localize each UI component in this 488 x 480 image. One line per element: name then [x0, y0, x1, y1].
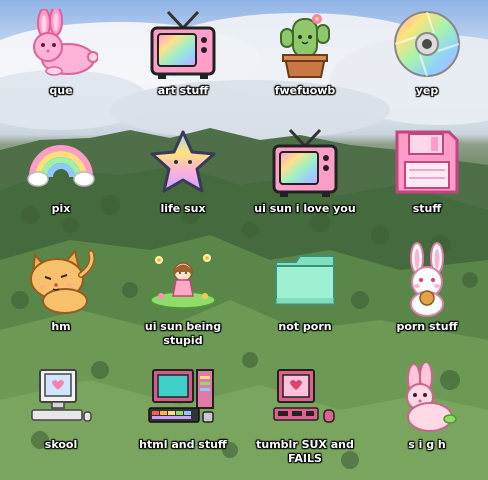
- sitting-bunny-icon: [387, 358, 467, 438]
- icon-label: hm: [51, 320, 71, 333]
- desktop-icon-fwefuowb[interactable]: fwefuowb: [244, 4, 366, 122]
- icon-label: html and stuff: [139, 438, 227, 451]
- desktop-icon-stuff[interactable]: stuff: [366, 122, 488, 240]
- rainbow-icon: [21, 122, 101, 202]
- pink-tv-icon: [143, 4, 223, 84]
- desktop-icon-pix[interactable]: pix: [0, 122, 122, 240]
- icon-label: fwefuowb: [274, 84, 336, 97]
- rainbow-star-icon: [143, 122, 223, 202]
- desktop-icon-que[interactable]: que: [0, 4, 122, 122]
- floppy-disk-icon: [387, 122, 467, 202]
- desktop-icon-skool[interactable]: skool: [0, 358, 122, 476]
- desktop-icon-porn-stuff[interactable]: porn stuff: [366, 240, 488, 358]
- mint-folder-icon: [265, 240, 345, 320]
- desktop-icon-html-and-stuff[interactable]: html and stuff: [122, 358, 244, 476]
- pink-tv-icon: [265, 122, 345, 202]
- icon-label: stuff: [412, 202, 442, 215]
- desktop-icon-tumblr-sux-and-fails[interactable]: tumblr SUX and FAILS: [244, 358, 366, 476]
- desktop-icon-not-porn[interactable]: not porn: [244, 240, 366, 358]
- icon-grid: que art stuff fwefuowb yep pix life sux …: [0, 0, 488, 480]
- desktop-icon-ui-sun-being-stupid[interactable]: ui sun being stupid: [122, 240, 244, 358]
- desktop[interactable]: que art stuff fwefuowb yep pix life sux …: [0, 0, 488, 480]
- icon-label: yep: [415, 84, 439, 97]
- icon-label: s i g h: [408, 438, 446, 451]
- icon-label: ui sun i love you: [254, 202, 356, 215]
- icon-label: que: [49, 84, 73, 97]
- retro-computer-icon: [143, 358, 223, 438]
- bunny-cookie-icon: [387, 240, 467, 320]
- icon-label: not porn: [278, 320, 332, 333]
- icon-label: skool: [44, 438, 78, 451]
- cactus-icon: [265, 4, 345, 84]
- desktop-icon-s-i-g-h[interactable]: s i g h: [366, 358, 488, 476]
- desktop-icon-ui-sun-i-love-you[interactable]: ui sun i love you: [244, 122, 366, 240]
- icon-label: pix: [51, 202, 71, 215]
- desktop-icon-yep[interactable]: yep: [366, 4, 488, 122]
- icon-label: porn stuff: [396, 320, 458, 333]
- desktop-icon-hm[interactable]: hm: [0, 240, 122, 358]
- pink-computer-icon: [265, 358, 345, 438]
- rainbow-cd-icon: [387, 4, 467, 84]
- icon-label: ui sun being stupid: [144, 320, 222, 347]
- desktop-icon-life-sux[interactable]: life sux: [122, 122, 244, 240]
- orange-cat-icon: [21, 240, 101, 320]
- computer-icon: [21, 358, 101, 438]
- icon-label: life sux: [160, 202, 206, 215]
- icon-label: tumblr SUX and FAILS: [256, 438, 354, 465]
- girl-garden-icon: [143, 240, 223, 320]
- desktop-icon-art-stuff[interactable]: art stuff: [122, 4, 244, 122]
- icon-label: art stuff: [157, 84, 209, 97]
- pink-bunny-icon: [21, 4, 101, 84]
